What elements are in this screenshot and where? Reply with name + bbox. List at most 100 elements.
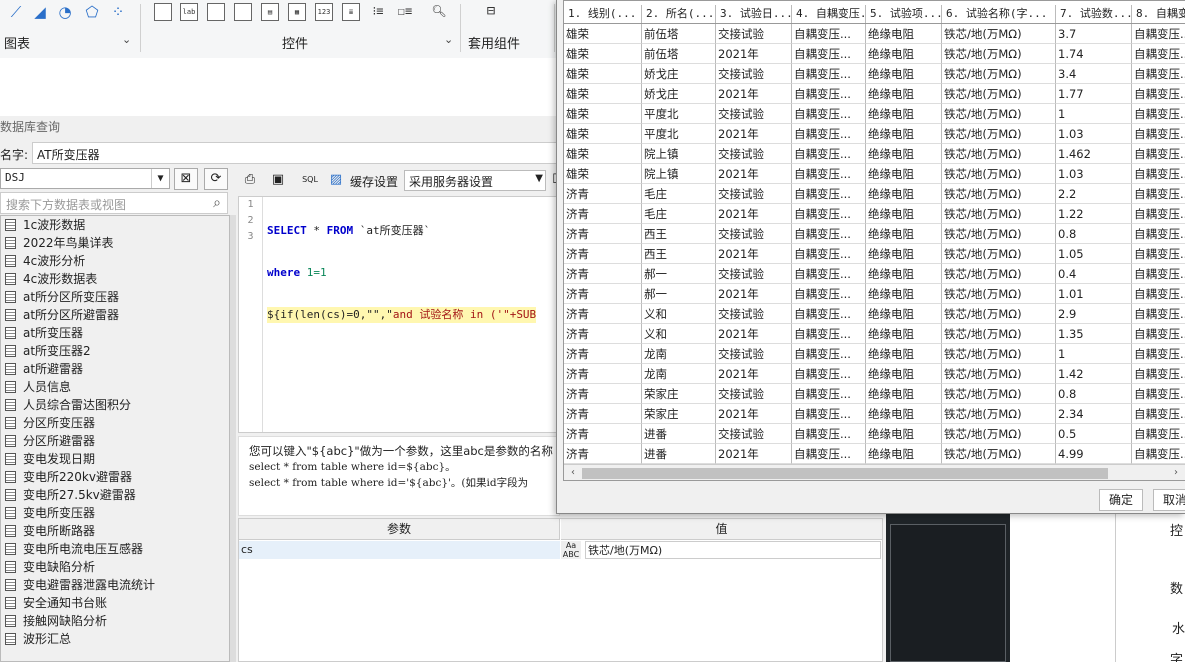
results-cell[interactable]: 济青	[564, 424, 642, 444]
results-cell[interactable]: 铁芯/地(万MΩ)	[942, 164, 1056, 184]
results-cell[interactable]: 自耦变压...	[792, 224, 866, 244]
results-cell[interactable]: 铁芯/地(万MΩ)	[942, 204, 1056, 224]
results-cell[interactable]: 西王	[642, 244, 716, 264]
results-cell[interactable]: 龙南	[642, 344, 716, 364]
table-list-item[interactable]: 变电所电流电压互感器	[1, 540, 229, 558]
results-cell[interactable]: 1.42	[1056, 364, 1132, 384]
table-list-scrollbar[interactable]	[230, 215, 236, 662]
results-cell[interactable]: 绝缘电阻	[866, 284, 942, 304]
results-cell[interactable]: 自耦变压...	[792, 424, 866, 444]
results-cell[interactable]: 自耦变压...	[792, 64, 866, 84]
results-cell[interactable]: 济青	[564, 284, 642, 304]
results-cell[interactable]: 1.22	[1056, 204, 1132, 224]
results-cell[interactable]: 自耦变压...	[1132, 244, 1185, 264]
results-column-header[interactable]: 7. 试验数...	[1056, 5, 1132, 23]
text-type-icon[interactable]: Aa ABC	[561, 541, 581, 559]
results-cell[interactable]: 铁芯/地(万MΩ)	[942, 364, 1056, 384]
results-cell[interactable]: 绝缘电阻	[866, 44, 942, 64]
results-cell[interactable]: 自耦变压...	[792, 164, 866, 184]
results-cell[interactable]: 自耦变压...	[792, 204, 866, 224]
datasource-select[interactable]: DSJ ▼	[0, 168, 170, 189]
results-cell[interactable]: 交接试验	[716, 224, 792, 244]
results-cell[interactable]: 济青	[564, 364, 642, 384]
results-cell[interactable]: 雄荣	[564, 24, 642, 44]
results-column-header[interactable]: 5. 试验项...	[866, 5, 942, 23]
radio-group-control-icon[interactable]: ⁝≡	[369, 3, 387, 21]
results-cell[interactable]: 进番	[642, 424, 716, 444]
table-list-item[interactable]: 变电缺陷分析	[1, 558, 229, 576]
results-cell[interactable]: 铁芯/地(万MΩ)	[942, 304, 1056, 324]
results-column-header[interactable]: 1. 线别(...	[564, 5, 642, 23]
line-chart-icon[interactable]: ⟋	[6, 2, 26, 22]
number-control-icon[interactable]: 123	[315, 3, 333, 21]
results-cell[interactable]: 2021年	[716, 324, 792, 344]
save-icon[interactable]: ▣	[268, 170, 288, 190]
results-cell[interactable]: 雄荣	[564, 164, 642, 184]
results-cell[interactable]: 绝缘电阻	[866, 124, 942, 144]
results-cell[interactable]: 济青	[564, 184, 642, 204]
table-list-item[interactable]: 人员综合雷达图积分	[1, 396, 229, 414]
results-cell[interactable]: 铁芯/地(万MΩ)	[942, 124, 1056, 144]
results-cell[interactable]: 铁芯/地(万MΩ)	[942, 244, 1056, 264]
results-cell[interactable]: 荣家庄	[642, 404, 716, 424]
results-cell[interactable]: 自耦变压...	[1132, 264, 1185, 284]
results-cell[interactable]: 郝一	[642, 264, 716, 284]
results-cell[interactable]: 2021年	[716, 444, 792, 464]
table-list-item[interactable]: 变电所27.5kv避雷器	[1, 486, 229, 504]
results-cell[interactable]: 1	[1056, 104, 1132, 124]
table-list-item[interactable]: at所避雷器	[1, 360, 229, 378]
results-cell[interactable]: 自耦变压...	[792, 384, 866, 404]
results-cell[interactable]: 交接试验	[716, 24, 792, 44]
results-cell[interactable]: 济青	[564, 324, 642, 344]
table-list-item[interactable]: 波形汇总	[1, 630, 229, 648]
results-cell[interactable]: 自耦变压...	[792, 124, 866, 144]
results-cell[interactable]: 济青	[564, 384, 642, 404]
results-column-header[interactable]: 3. 试验日...	[716, 5, 792, 23]
results-cell[interactable]: 绝缘电阻	[866, 24, 942, 44]
table-list-item[interactable]: 4c波形分析	[1, 252, 229, 270]
results-cell[interactable]: 交接试验	[716, 424, 792, 444]
results-cell[interactable]: 自耦变压...	[1132, 104, 1185, 124]
results-cell[interactable]: 郝一	[642, 284, 716, 304]
results-cell[interactable]: 2021年	[716, 244, 792, 264]
results-cell[interactable]: 2.9	[1056, 304, 1132, 324]
results-cell[interactable]: 铁芯/地(万MΩ)	[942, 184, 1056, 204]
server-setting-select[interactable]: 采用服务器设置 ▼	[404, 170, 546, 191]
results-cell[interactable]: 绝缘电阻	[866, 204, 942, 224]
results-cell[interactable]: 绝缘电阻	[866, 224, 942, 244]
results-cell[interactable]: 交接试验	[716, 64, 792, 84]
table-list-item[interactable]: at所变压器2	[1, 342, 229, 360]
results-column-header[interactable]: 8. 自耦变压	[1132, 5, 1185, 23]
area-chart-icon[interactable]: ◢	[30, 2, 50, 22]
results-cell[interactable]: 铁芯/地(万MΩ)	[942, 104, 1056, 124]
results-cell[interactable]: 娇戈庄	[642, 64, 716, 84]
results-cell[interactable]: 1	[1056, 344, 1132, 364]
results-cell[interactable]: 自耦变压...	[1132, 44, 1185, 64]
results-cell[interactable]: 2021年	[716, 284, 792, 304]
results-cell[interactable]: 绝缘电阻	[866, 404, 942, 424]
results-cell[interactable]: 自耦变压...	[1132, 84, 1185, 104]
results-cell[interactable]: 自耦变压...	[792, 104, 866, 124]
results-cell[interactable]: 院上镇	[642, 144, 716, 164]
results-cell[interactable]: 4.99	[1056, 444, 1132, 464]
search-control-icon[interactable]: 🔍︎	[430, 3, 448, 21]
results-cell[interactable]: 交接试验	[716, 184, 792, 204]
results-cell[interactable]: 自耦变压...	[792, 324, 866, 344]
results-cell[interactable]: 1.74	[1056, 44, 1132, 64]
table-list-item[interactable]: 变电发现日期	[1, 450, 229, 468]
scroll-left-icon[interactable]: ‹	[566, 466, 580, 480]
results-cell[interactable]: 铁芯/地(万MΩ)	[942, 444, 1056, 464]
results-cell[interactable]: 自耦变压...	[1132, 224, 1185, 244]
results-cell[interactable]: 济青	[564, 204, 642, 224]
refresh-icon[interactable]: ⟳	[204, 168, 228, 190]
results-cell[interactable]: 2021年	[716, 164, 792, 184]
results-cell[interactable]: 2021年	[716, 84, 792, 104]
results-cell[interactable]: 雄荣	[564, 104, 642, 124]
results-cell[interactable]: 自耦变压...	[1132, 424, 1185, 444]
results-cell[interactable]: 铁芯/地(万MΩ)	[942, 384, 1056, 404]
gauge-chart-icon[interactable]: ◔	[55, 2, 75, 22]
results-cell[interactable]: 自耦变压...	[792, 24, 866, 44]
results-cell[interactable]: 自耦变压...	[1132, 64, 1185, 84]
results-cell[interactable]: 交接试验	[716, 264, 792, 284]
results-cell[interactable]: 自耦变压...	[1132, 304, 1185, 324]
